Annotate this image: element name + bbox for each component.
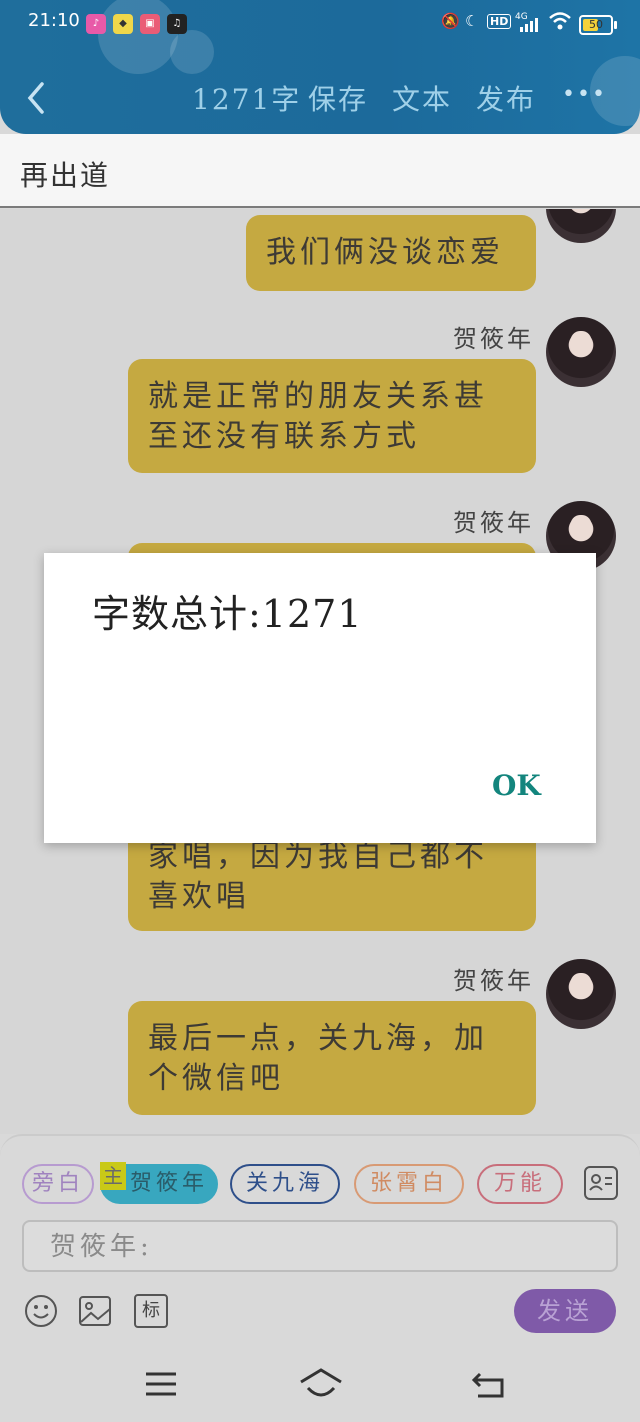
avatar[interactable] [546,209,616,243]
story-title-bar: 再出道 [0,134,640,208]
status-time: 21:10 [28,10,80,31]
back-button[interactable] [22,78,50,118]
battery-level: 50 [589,18,603,31]
dialog-message: 字数总计:1271 [92,592,363,636]
network-type-label: 4G [515,12,528,22]
speaker-name: 贺筱年 [453,325,534,353]
role-list-button[interactable] [584,1166,618,1200]
emoji-button[interactable] [24,1294,58,1328]
mute-icon: 🔕 [441,12,460,30]
avatar[interactable] [546,317,616,387]
message-text: 就是正常的朋友关系甚至还没有联系方式 [148,379,488,454]
main-role-badge: 主 [100,1162,126,1190]
word-count-button[interactable]: 1271字 [192,78,301,118]
more-menu-button[interactable]: ••• [562,82,607,107]
message-text: 我们俩没谈恋爱 [266,235,504,270]
nav-menu-button[interactable] [142,1368,182,1400]
battery-icon: 50 [579,15,613,35]
role-chip-label: 贺筱年 [129,1171,208,1196]
role-chip-guan-jiuhai[interactable]: 关九海 [230,1164,340,1204]
system-nav-bar [0,1348,640,1422]
notification-app-icon: ◆ [113,14,133,34]
image-button[interactable] [78,1294,112,1328]
notification-app-icon: ▣ [140,14,160,34]
avatar-face [570,515,592,541]
avatar-face [570,973,592,999]
story-title[interactable]: 再出道 [20,154,110,194]
home-icon [300,1368,342,1397]
message-bubble[interactable]: 最后一点，关九海，加个微信吧 [128,1001,536,1115]
notification-app-icon: ♫ [167,14,187,34]
message-input-box[interactable] [22,1220,618,1272]
nav-home-button[interactable] [298,1368,344,1400]
avatar-face [570,331,592,357]
back-arrow-icon [471,1372,504,1398]
notification-app-icon: ♪ [86,14,106,34]
speaker-name: 贺筱年 [453,967,534,995]
chevron-left-icon [27,82,44,114]
composer-panel: 旁白 贺筱年 主 关九海 张霄白 万能 标 发送 [0,1134,640,1348]
app-header: 21:10 ♪ ◆ ▣ ♫ 🔕 ☾ HD 4G 50 1271字 保存 文本 发… [0,0,640,134]
send-button[interactable]: 发送 [514,1289,616,1333]
tag-button-label: 标 [142,1300,160,1321]
signal-bars-icon: 4G [515,12,538,32]
image-icon [79,1296,111,1326]
wifi-icon [548,10,572,36]
role-chip-zhang-xiaobai[interactable]: 张霄白 [354,1164,464,1204]
text-button[interactable]: 文本 [392,78,452,118]
message-text: 家唱，因为我自己都不喜欢唱 [148,839,488,914]
publish-button[interactable]: 发布 [476,78,536,118]
signal-icon: 4G [514,10,544,38]
role-chip-narration[interactable]: 旁白 [22,1164,94,1204]
message-text: 最后一点，关九海，加个微信吧 [148,1021,488,1096]
speaker-name: 贺筱年 [453,509,534,537]
battery-nub [614,21,617,29]
smiley-icon [25,1295,57,1327]
menu-icon [146,1372,176,1396]
message-bubble[interactable]: 我们俩没谈恋爱 [246,215,536,291]
message-input[interactable] [50,1230,590,1264]
avatar-face [570,209,592,213]
nav-back-button[interactable] [470,1368,510,1400]
hd-icon: HD [487,14,512,29]
avatar[interactable] [546,959,616,1029]
contacts-icon [589,1174,612,1191]
message-bubble[interactable]: 就是正常的朋友关系甚至还没有联系方式 [128,359,536,473]
status-bar: 21:10 ♪ ◆ ▣ ♫ 🔕 ☾ HD 4G 50 [0,0,640,48]
dialog-ok-button[interactable]: OK [492,769,541,802]
tag-button[interactable]: 标 [134,1294,168,1328]
role-chip-universal[interactable]: 万能 [477,1164,563,1204]
word-count-dialog: 字数总计:1271 OK [44,553,596,843]
save-button[interactable]: 保存 [308,78,368,118]
moon-icon: ☾ [465,12,479,30]
